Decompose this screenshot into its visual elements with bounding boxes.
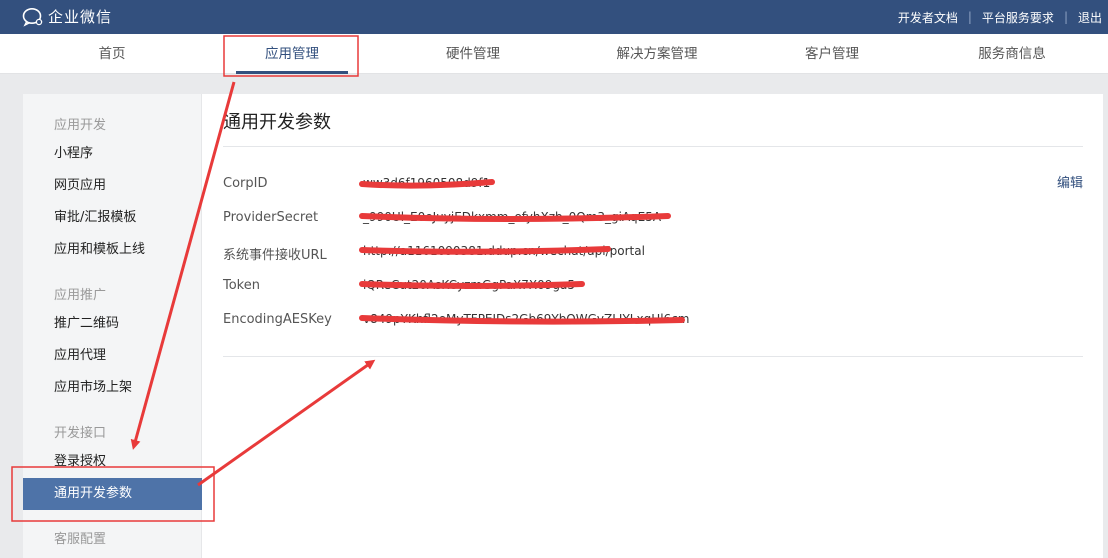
active-tab-indicator <box>236 71 348 74</box>
divider: | <box>967 10 972 24</box>
sidebar-group-customer-service[interactable]: 客服配置 <box>54 528 106 547</box>
sidebar-item-general-dev-params[interactable]: 通用开发参数 <box>23 478 202 510</box>
encoding-aes-key-label: EncodingAESKey <box>223 312 332 327</box>
sidebar-item-app-market[interactable]: 应用市场上架 <box>23 372 202 404</box>
tab-hardware-management[interactable]: 硬件管理 <box>413 34 533 74</box>
tab-solution-management[interactable]: 解决方案管理 <box>592 34 722 74</box>
wecom-logo-icon <box>22 8 43 27</box>
event-url-label: 系统事件接收URL <box>223 248 327 263</box>
title-divider <box>223 146 1083 147</box>
main-panel: 通用开发参数 编辑 CorpID ww3d6f1960508d9f1 Provi… <box>203 94 1103 558</box>
main-nav: 首页 应用管理 硬件管理 解决方案管理 客户管理 服务商信息 <box>0 34 1108 74</box>
corpid-label: CorpID <box>223 176 268 191</box>
logo-text: 企业微信 <box>48 8 113 26</box>
token-value: iQReCut20AsKCyzmGgPaX7X09ga5 <box>363 278 575 292</box>
event-url-value: http://a1161090381.ddup.cn/wechat/api/po… <box>363 244 645 258</box>
tab-home[interactable]: 首页 <box>62 34 162 74</box>
params-divider <box>223 356 1083 357</box>
encoding-aes-key-value: v849pYKhfl2eMyTFPEIDs2Gb69YbOWGvZLIYLxqH… <box>363 312 690 326</box>
sidebar-group-app-dev: 应用开发 <box>54 118 107 133</box>
page-title: 通用开发参数 <box>223 112 331 133</box>
sidebar: 应用开发 小程序 网页应用 审批/汇报模板 应用和模板上线 应用推广 推广二维码… <box>23 94 202 558</box>
tab-label: 应用管理 <box>265 46 319 62</box>
edit-button[interactable]: 编辑 <box>1057 172 1083 191</box>
sidebar-group-dev-api: 开发接口 <box>54 426 107 441</box>
logo[interactable]: 企业微信 <box>22 7 112 27</box>
tab-app-management[interactable]: 应用管理 <box>236 34 348 74</box>
sidebar-item-approval-template[interactable]: 审批/汇报模板 <box>23 202 202 234</box>
content-card: 应用开发 小程序 网页应用 审批/汇报模板 应用和模板上线 应用推广 推广二维码… <box>23 94 1103 558</box>
top-links: 开发者文档 | 平台服务要求 | 退出 <box>898 0 1102 34</box>
sidebar-item-promo-qrcode[interactable]: 推广二维码 <box>23 308 202 340</box>
provider-secret-value: _990Ul_E0eJuyjEDkxmm_ofyhXzb_0Qm3_giAqE5… <box>363 210 662 224</box>
provider-secret-label: ProviderSecret <box>223 210 319 225</box>
sidebar-group-app-promo: 应用推广 <box>54 288 107 303</box>
platform-requirements-link[interactable]: 平台服务要求 <box>982 9 1054 26</box>
tab-provider-info[interactable]: 服务商信息 <box>952 34 1072 74</box>
corpid-value: ww3d6f1960508d9f1 <box>363 176 491 190</box>
developer-docs-link[interactable]: 开发者文档 <box>898 9 958 26</box>
token-label: Token <box>223 278 260 293</box>
tab-customer-management[interactable]: 客户管理 <box>772 34 892 74</box>
sidebar-item-web-app[interactable]: 网页应用 <box>23 170 202 202</box>
sidebar-item-app-launch[interactable]: 应用和模板上线 <box>23 234 202 266</box>
logout-link[interactable]: 退出 <box>1078 9 1102 26</box>
sidebar-item-login-auth[interactable]: 登录授权 <box>23 446 202 478</box>
sidebar-item-mini-program[interactable]: 小程序 <box>23 138 202 170</box>
top-bar: 企业微信 开发者文档 | 平台服务要求 | 退出 <box>0 0 1108 34</box>
sidebar-item-app-agent[interactable]: 应用代理 <box>23 340 202 372</box>
divider: | <box>1063 10 1068 24</box>
